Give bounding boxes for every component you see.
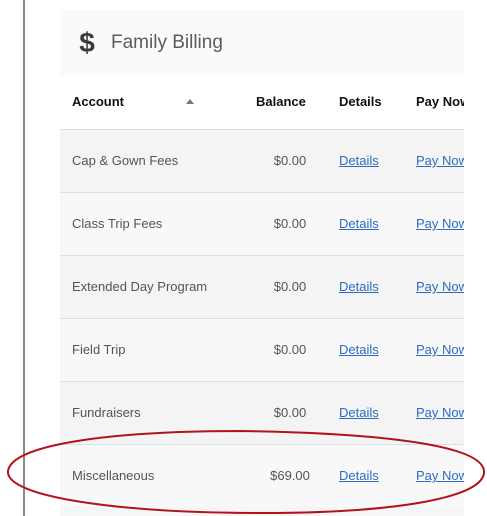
account-name: Cap & Gown Fees (72, 153, 179, 168)
table-header-row: Account Balance Details Pay Now (60, 75, 464, 129)
balance-value: $0.00 (273, 153, 307, 168)
balance-value: $69.00 (270, 468, 310, 484)
page-divider (23, 0, 25, 516)
table-row: Miscellaneous $69.00 Details Pay Now (60, 444, 464, 507)
panel-header: $ Family Billing (60, 10, 464, 75)
table-row: Class Trip Fees $0.00 Details Pay Now (60, 192, 464, 255)
column-header-account[interactable]: Account (60, 75, 252, 129)
family-billing-panel: $ Family Billing Account Balance Details… (60, 10, 464, 516)
account-name: Miscellaneous (72, 468, 155, 484)
details-link[interactable]: Details (339, 279, 379, 294)
column-header-balance[interactable]: Balance (252, 75, 328, 129)
pay-now-link[interactable]: Pay Now (416, 216, 464, 231)
balance-value: $0.00 (273, 405, 307, 420)
details-link[interactable]: Details (339, 153, 379, 168)
column-header-details: Details (339, 94, 382, 110)
dollar-icon: $ (79, 26, 95, 58)
table-row: Cap & Gown Fees $0.00 Details Pay Now (60, 129, 464, 192)
balance-value: $0.00 (273, 216, 307, 231)
column-header-pay-now: Pay Now (416, 94, 464, 110)
details-link[interactable]: Details (339, 342, 379, 357)
sort-ascending-icon[interactable] (186, 99, 194, 105)
account-name: Extended Day Program (72, 279, 208, 294)
pay-now-link[interactable]: Pay Now (416, 405, 464, 420)
table-row: Field Trip $0.00 Details Pay Now (60, 318, 464, 381)
pay-now-link[interactable]: Pay Now (416, 279, 464, 294)
billing-table: Account Balance Details Pay Now Cap & Go… (60, 75, 464, 507)
details-link[interactable]: Details (339, 405, 379, 420)
table-row: Extended Day Program $0.00 Details Pay N… (60, 255, 464, 318)
panel-title: Family Billing (111, 31, 223, 53)
table-row: Fundraisers $0.00 Details Pay Now (60, 381, 464, 444)
pay-now-link[interactable]: Pay Now (416, 468, 464, 483)
column-header-account-label: Account (72, 94, 124, 110)
details-link[interactable]: Details (339, 216, 379, 231)
account-name: Fundraisers (72, 405, 141, 420)
details-link[interactable]: Details (339, 468, 379, 483)
pay-now-link[interactable]: Pay Now (416, 153, 464, 168)
account-name: Field Trip (72, 342, 126, 357)
balance-value: $0.00 (273, 279, 307, 294)
account-name: Class Trip Fees (72, 216, 163, 231)
pay-now-link[interactable]: Pay Now (416, 342, 464, 357)
balance-value: $0.00 (273, 342, 307, 357)
